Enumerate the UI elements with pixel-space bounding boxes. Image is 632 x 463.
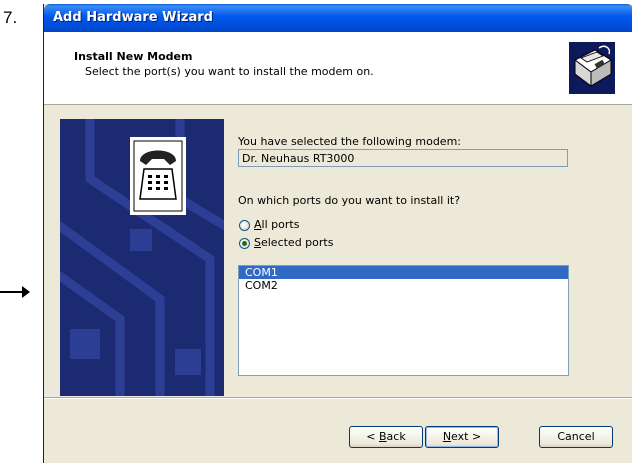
all-ports-label[interactable]: All ports: [254, 218, 299, 231]
next-button[interactable]: Next >: [425, 426, 499, 448]
selected-modem-label: You have selected the following modem:: [238, 135, 461, 148]
ports-question-label: On which ports do you want to install it…: [238, 194, 461, 207]
page-title: Install New Modem: [74, 50, 193, 63]
ports-listbox[interactable]: COM1 COM2: [238, 265, 569, 376]
footer-divider: [44, 397, 632, 399]
list-item-com1[interactable]: COM1: [239, 266, 568, 279]
hardware-wizard-icon: [569, 42, 615, 94]
step-number: 7.: [3, 8, 18, 27]
modem-name-field: Dr. Neuhaus RT3000: [238, 149, 568, 167]
title-bar[interactable]: Add Hardware Wizard: [44, 4, 632, 32]
modem-banner-image: [60, 119, 224, 396]
all-ports-radio[interactable]: [239, 220, 250, 231]
page-subtitle: Select the port(s) you want to install t…: [85, 65, 374, 78]
selected-ports-radio[interactable]: [239, 238, 250, 249]
cancel-button[interactable]: Cancel: [539, 426, 613, 448]
back-button[interactable]: < Back: [349, 426, 423, 448]
list-item-com2[interactable]: COM2: [239, 279, 568, 292]
wizard-window: Add Hardware Wizard Install New Modem Se…: [43, 4, 632, 463]
wizard-header: Install New Modem Select the port(s) you…: [44, 32, 632, 105]
pointer-arrow-icon: [0, 286, 30, 298]
window-title: Add Hardware Wizard: [53, 10, 213, 25]
selected-ports-label[interactable]: Selected ports: [254, 236, 333, 249]
